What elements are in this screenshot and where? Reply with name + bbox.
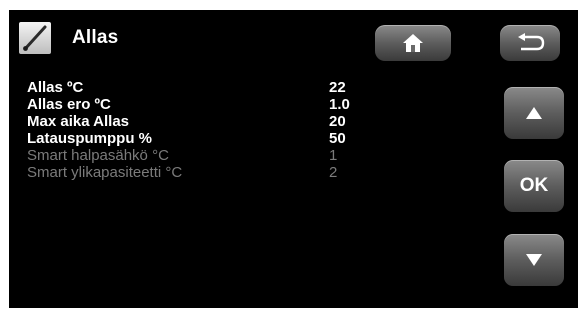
setting-row-smart-halpasahko: Smart halpasähkö °C 1 xyxy=(27,147,367,164)
setting-row-allas[interactable]: Allas ºC 22 xyxy=(27,79,367,96)
setting-row-latauspumppu[interactable]: Latauspumppu % 50 xyxy=(27,130,367,147)
setting-value: 1 xyxy=(329,147,338,164)
home-icon xyxy=(403,34,423,52)
scroll-down-button[interactable] xyxy=(504,234,564,286)
setting-row-allas-ero[interactable]: Allas ero ºC 1.0 xyxy=(27,96,367,113)
setting-label: Max aika Allas xyxy=(27,113,130,130)
back-button[interactable] xyxy=(500,25,560,61)
thermometer-probe-icon xyxy=(19,22,51,54)
home-button[interactable] xyxy=(375,25,451,61)
setting-label: Smart halpasähkö °C xyxy=(27,147,169,164)
down-arrow-icon xyxy=(526,254,542,266)
setting-row-max-aika[interactable]: Max aika Allas 20 xyxy=(27,113,367,130)
setting-value: 22 xyxy=(329,79,346,96)
setting-label: Latauspumppu % xyxy=(27,130,153,147)
ok-button[interactable]: OK xyxy=(504,160,564,212)
setting-value: 2 xyxy=(329,164,338,181)
up-arrow-icon xyxy=(526,107,542,119)
setting-value: 1.0 xyxy=(329,96,350,113)
setting-row-smart-ylikapasiteetti: Smart ylikapasiteetti °C 2 xyxy=(27,164,367,181)
back-arrow-icon xyxy=(518,33,545,51)
scroll-up-button[interactable] xyxy=(504,87,564,139)
setting-label: Allas ero ºC xyxy=(27,96,111,113)
display-screen: Allas Allas ºC 22 Allas ero ºC 1.0 Max a… xyxy=(9,10,578,308)
setting-label: Smart ylikapasiteetti °C xyxy=(27,164,183,181)
page-title: Allas xyxy=(72,27,119,48)
setting-value: 50 xyxy=(329,130,346,147)
setting-label: Allas ºC xyxy=(27,79,84,96)
setting-value: 20 xyxy=(329,113,346,130)
